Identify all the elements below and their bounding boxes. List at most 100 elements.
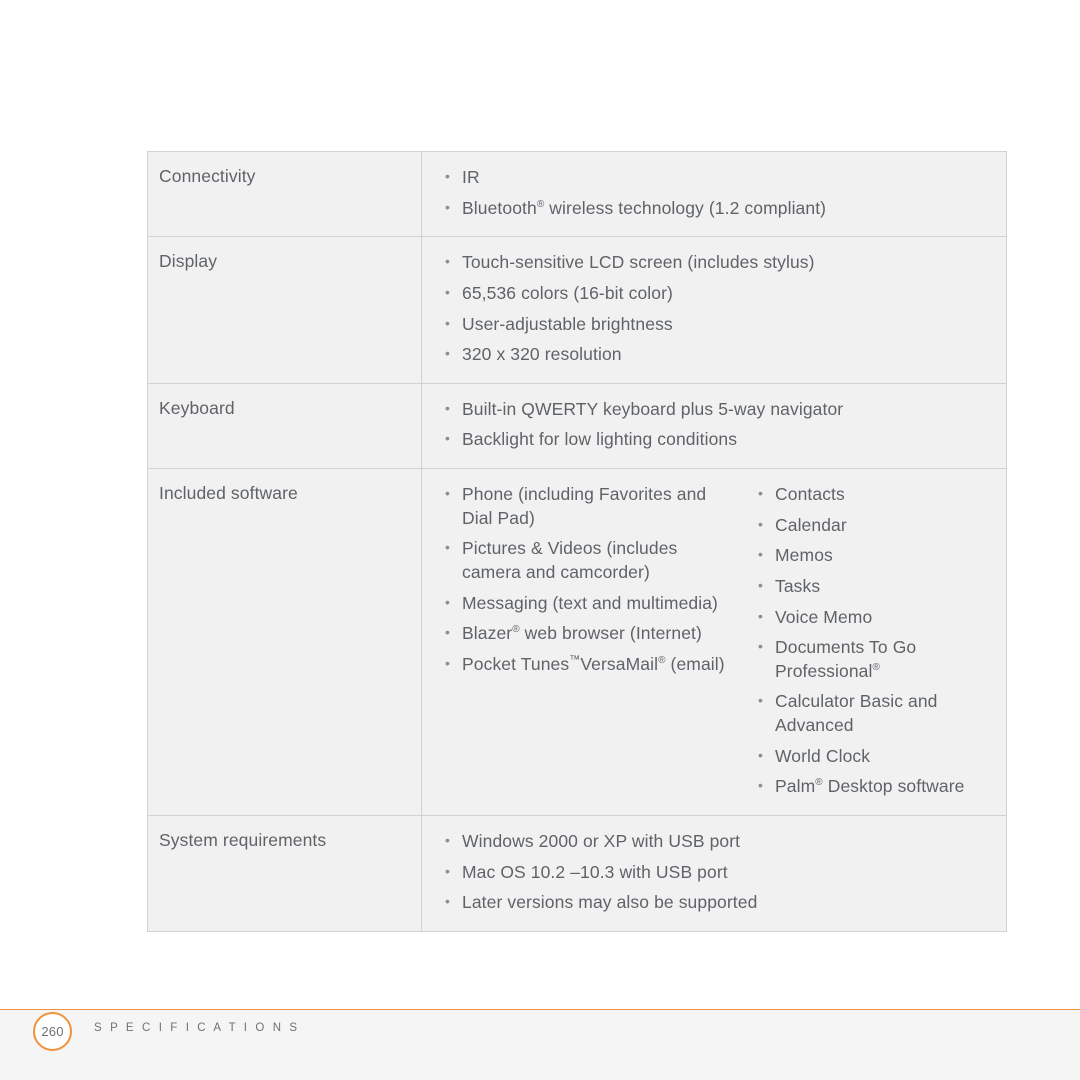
bullet-icon: • bbox=[758, 515, 764, 532]
table-row: Included software • Phone (including Favo… bbox=[147, 468, 1007, 816]
bullet-icon: • bbox=[445, 862, 451, 879]
list-item-text: IR bbox=[462, 167, 480, 187]
bullet-icon: • bbox=[445, 430, 451, 447]
list-item: • Calculator Basic and Advanced bbox=[735, 690, 996, 737]
spec-label-keyboard: Keyboard bbox=[159, 397, 235, 418]
list-item-text: 65,536 colors (16-bit color) bbox=[462, 282, 673, 303]
spec-label-system-requirements: System requirements bbox=[159, 829, 327, 850]
list-item-text: Calendar bbox=[775, 514, 847, 535]
list-item-text: Messaging (text and multimedia) bbox=[462, 592, 718, 613]
list-item-text: Palm® Desktop software bbox=[775, 776, 965, 797]
spec-value-cell: • Built-in QWERTY keyboard plus 5-way nav… bbox=[421, 382, 1007, 470]
table-row: System requirements • Windows 2000 or XP … bbox=[147, 814, 1007, 932]
list-item-text: Backlight for low lighting conditions bbox=[462, 429, 738, 450]
bullet-icon: • bbox=[445, 253, 451, 270]
bullet-icon: • bbox=[445, 539, 451, 556]
list-item-text: World Clock bbox=[775, 745, 871, 766]
list-item: • Bluetooth® wireless technology (1.2 com… bbox=[422, 197, 996, 221]
list-item: • User-adjustable brightness bbox=[422, 313, 996, 337]
list-item-text: Mac OS 10.2 –10.3 with USB port bbox=[462, 861, 728, 882]
list-item: • Phone (including Favorites and Dial Pad… bbox=[422, 483, 735, 530]
list-item-text: Voice Memo bbox=[775, 606, 873, 627]
list-item-text: Pocket Tunes™VersaMail® (email) bbox=[462, 653, 725, 674]
list-item-text: Memos bbox=[775, 545, 833, 566]
software-columns: • Phone (including Favorites and Dial Pad… bbox=[422, 483, 996, 799]
bullet-icon: • bbox=[445, 198, 451, 215]
spec-label-cell: Connectivity bbox=[147, 150, 422, 238]
bullet-icon: • bbox=[758, 746, 764, 763]
list-item-text: Later versions may also be supported bbox=[462, 892, 758, 913]
bullet-icon: • bbox=[445, 893, 451, 910]
table-row: Keyboard • Built-in QWERTY keyboard plus … bbox=[147, 382, 1007, 470]
list-item: • Built-in QWERTY keyboard plus 5-way nav… bbox=[422, 398, 996, 422]
list-item: • 320 x 320 resolution bbox=[422, 343, 996, 367]
bullet-icon: • bbox=[758, 638, 764, 655]
bullet-icon: • bbox=[758, 485, 764, 501]
page-number-badge: 260 bbox=[33, 1012, 72, 1051]
bullet-icon: • bbox=[758, 777, 764, 794]
system-requirements-list: • Windows 2000 or XP with USB port • Mac O… bbox=[422, 830, 996, 915]
spec-value-cell: • Touch-sensitive LCD screen (includes st… bbox=[421, 236, 1007, 384]
spec-value-cell: • Windows 2000 or XP with USB port • Mac O… bbox=[421, 814, 1007, 932]
list-item: • Contacts bbox=[735, 483, 996, 507]
list-item: • Later versions may also be supported bbox=[422, 891, 996, 915]
bullet-icon: • bbox=[445, 283, 451, 300]
list-item: • Blazer® web browser (Internet) bbox=[422, 622, 735, 646]
list-item: • Messaging (text and multimedia) bbox=[422, 592, 735, 616]
list-item: • Pictures & Videos (includes camera and … bbox=[422, 537, 735, 584]
list-item-text: Contacts bbox=[775, 484, 845, 504]
list-item: • Voice Memo bbox=[735, 606, 996, 630]
spec-value-cell: • IR • Bluetooth® wireless technology (1.2… bbox=[421, 150, 1007, 238]
spec-label-cell: Display bbox=[147, 236, 422, 384]
bullet-icon: • bbox=[758, 546, 764, 563]
spec-value-cell: • Phone (including Favorites and Dial Pad… bbox=[421, 468, 1007, 816]
list-item: • 65,536 colors (16-bit color) bbox=[422, 282, 996, 306]
spec-label-cell: Included software bbox=[147, 468, 422, 816]
list-item: • Mac OS 10.2 –10.3 with USB port bbox=[422, 861, 996, 885]
bullet-icon: • bbox=[445, 654, 451, 671]
bullet-icon: • bbox=[445, 831, 451, 848]
spec-label-cell: Keyboard bbox=[147, 382, 422, 470]
list-item: • Pocket Tunes™VersaMail® (email) bbox=[422, 653, 735, 677]
bullet-icon: • bbox=[758, 576, 764, 593]
list-item-text: Phone (including Favorites and Dial Pad) bbox=[462, 484, 707, 528]
list-item-text: Bluetooth® wireless technology (1.2 comp… bbox=[462, 197, 827, 218]
bullet-icon: • bbox=[445, 593, 451, 610]
list-item-text: Calculator Basic and Advanced bbox=[775, 691, 938, 735]
list-item: • Touch-sensitive LCD screen (includes st… bbox=[422, 251, 996, 275]
list-item: • Documents To Go Professional® bbox=[735, 636, 996, 683]
display-list: • Touch-sensitive LCD screen (includes st… bbox=[422, 251, 996, 367]
spec-label-included-software: Included software bbox=[159, 483, 298, 503]
list-item-text: Built-in QWERTY keyboard plus 5-way navi… bbox=[462, 398, 844, 419]
specifications-table: Connectivity • IR • Bluetooth® wireless te… bbox=[147, 150, 1007, 932]
software-list-right: • Contacts • Calendar • Memos • Tasks • Voice… bbox=[735, 483, 996, 799]
list-item: • Tasks bbox=[735, 575, 996, 599]
list-item: • Windows 2000 or XP with USB port bbox=[422, 830, 996, 854]
list-item-text: Documents To Go Professional® bbox=[775, 637, 917, 681]
table-row: Display • Touch-sensitive LCD screen (inc… bbox=[147, 236, 1007, 384]
bullet-icon: • bbox=[445, 314, 451, 331]
bullet-icon: • bbox=[445, 168, 451, 184]
list-item-text: Windows 2000 or XP with USB port bbox=[462, 830, 741, 851]
bullet-icon: • bbox=[758, 607, 764, 624]
list-item-text: Pictures & Videos (includes camera and c… bbox=[462, 538, 678, 582]
list-item: • Calendar bbox=[735, 514, 996, 538]
spec-label-display: Display bbox=[159, 251, 218, 272]
list-item: • IR bbox=[422, 166, 996, 190]
document-page: Connectivity • IR • Bluetooth® wireless te… bbox=[0, 0, 1080, 1080]
list-item-text: User-adjustable brightness bbox=[462, 313, 673, 334]
page-number: 260 bbox=[41, 1024, 64, 1039]
list-item-text: Touch-sensitive LCD screen (includes sty… bbox=[462, 252, 815, 273]
list-item: • Backlight for low lighting conditions bbox=[422, 428, 996, 452]
list-item-text: Blazer® web browser (Internet) bbox=[462, 623, 702, 644]
specifications-table-body: Connectivity • IR • Bluetooth® wireless te… bbox=[147, 150, 1007, 932]
software-list-left: • Phone (including Favorites and Dial Pad… bbox=[422, 483, 735, 799]
footer-section-title: S P E C I F I C A T I O N S bbox=[94, 1022, 300, 1034]
list-item: • Palm® Desktop software bbox=[735, 775, 996, 799]
bullet-icon: • bbox=[445, 399, 451, 416]
connectivity-list: • IR • Bluetooth® wireless technology (1.2… bbox=[422, 166, 996, 220]
footer-band bbox=[0, 1010, 1080, 1080]
list-item: • Memos bbox=[735, 544, 996, 568]
bullet-icon: • bbox=[445, 345, 451, 362]
list-item-text: 320 x 320 resolution bbox=[462, 344, 622, 365]
